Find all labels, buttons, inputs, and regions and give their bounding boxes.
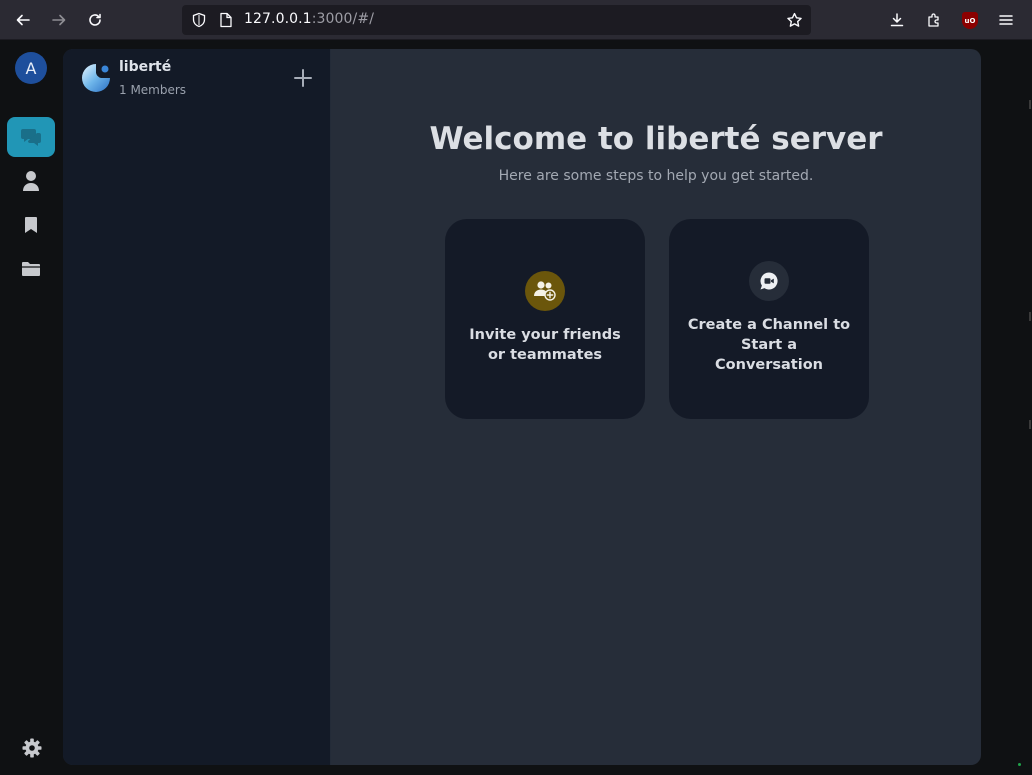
- menu-button[interactable]: [992, 6, 1020, 34]
- arrow-right-icon: [52, 14, 66, 26]
- avatar[interactable]: A: [15, 52, 47, 84]
- server-member-count: 1 Members: [119, 83, 187, 97]
- url-host: 127.0.0.1: [244, 11, 312, 27]
- create-label-line1: Create a Channel to: [687, 317, 851, 333]
- create-label-line2: Start a: [740, 337, 798, 353]
- shield-icon[interactable]: [191, 12, 207, 28]
- add-channel-button[interactable]: [292, 67, 314, 89]
- rail-item-contacts[interactable]: [7, 161, 55, 201]
- reload-button[interactable]: [81, 6, 109, 34]
- invite-card[interactable]: Invite your friends or teammates: [445, 219, 645, 419]
- server-name: liberté: [119, 59, 172, 75]
- server-sidebar: liberté 1 Members: [63, 49, 331, 765]
- avatar-letter: A: [25, 58, 37, 78]
- page-edge-mark: [1029, 420, 1031, 429]
- invite-card-label: Invite your friends or teammates: [455, 325, 635, 365]
- gear-icon: [22, 738, 42, 758]
- folder-icon: [22, 262, 40, 276]
- page-subtitle: Here are some steps to help you get star…: [498, 168, 814, 184]
- create-label-line3: Conversation: [715, 357, 823, 373]
- app-rail: A: [0, 41, 62, 775]
- rail-item-files[interactable]: [7, 249, 55, 289]
- rail-item-bookmarks[interactable]: [7, 205, 55, 245]
- url-path: :3000/#/: [311, 11, 375, 27]
- add-user-icon: [534, 281, 556, 301]
- chat-video-icon: [760, 272, 778, 290]
- rail-item-chats[interactable]: [7, 117, 55, 157]
- app-window: liberté 1 Members Welcome to liberté ser…: [63, 49, 981, 765]
- page-edge-mark: [1029, 100, 1031, 109]
- puzzle-icon: [928, 13, 939, 27]
- downloads-button[interactable]: [883, 6, 911, 34]
- page-title: Welcome to liberté server: [429, 121, 883, 157]
- settings-button[interactable]: [22, 738, 42, 762]
- browser-toolbar: 127.0.0.1:3000/#/ uO: [0, 0, 1032, 40]
- reload-icon: [89, 13, 101, 26]
- bookmark-star-icon[interactable]: [786, 12, 803, 29]
- back-button[interactable]: [9, 6, 37, 34]
- invite-icon-badge: [525, 271, 565, 311]
- invite-label-line2: or teammates: [487, 347, 603, 363]
- bookmark-icon: [25, 217, 37, 233]
- chat-bubbles-icon: [21, 129, 41, 146]
- create-channel-card-label: Create a Channel to Start a Conversation: [679, 315, 859, 375]
- download-icon: [890, 13, 904, 27]
- welcome-panel: Welcome to liberté server Here are some …: [331, 49, 981, 765]
- create-channel-card[interactable]: Create a Channel to Start a Conversation: [669, 219, 869, 419]
- url-text[interactable]: 127.0.0.1:3000/#/: [244, 11, 374, 27]
- page-icon[interactable]: [219, 12, 233, 28]
- ublock-icon[interactable]: uO: [962, 12, 978, 29]
- invite-label-line1: Invite your friends: [469, 327, 621, 343]
- server-logo-icon[interactable]: [81, 63, 111, 93]
- extensions-button[interactable]: [920, 6, 948, 34]
- create-channel-icon-badge: [749, 261, 789, 301]
- plus-icon: [294, 69, 312, 87]
- forward-button[interactable]: [45, 6, 73, 34]
- hamburger-icon: [999, 15, 1013, 25]
- arrow-left-icon: [16, 14, 30, 26]
- page-edge-mark: [1029, 312, 1031, 321]
- url-bar[interactable]: 127.0.0.1:3000/#/: [182, 5, 811, 35]
- person-icon: [23, 171, 39, 191]
- status-indicator: [1018, 763, 1021, 766]
